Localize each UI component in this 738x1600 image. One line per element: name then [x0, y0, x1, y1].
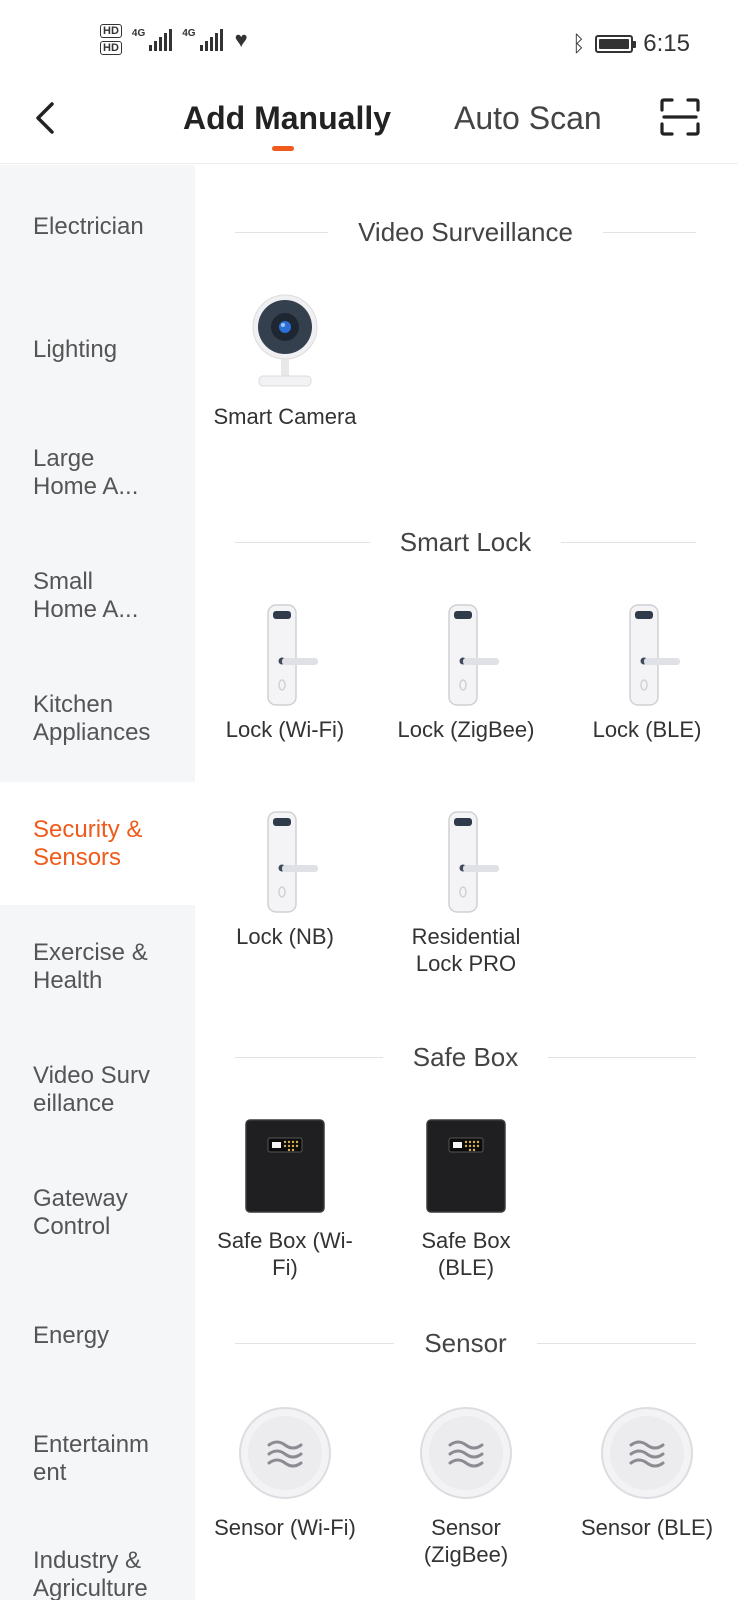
section-header-safe: Safe Box [235, 1037, 697, 1077]
back-arrow-icon[interactable] [28, 98, 68, 138]
device-lock-zigbee[interactable]: Lock (ZigBee) [391, 600, 541, 743]
lock-icon [416, 600, 516, 710]
category-sidebar: Electrician Lighting Large Home A... Sma… [0, 165, 195, 1600]
device-label: Lock (BLE) [592, 717, 702, 742]
safe-box-icon [235, 1111, 335, 1221]
device-sensor-wifi[interactable]: Sensor (Wi-Fi) [210, 1398, 360, 1541]
device-label: Smart Camera [213, 404, 357, 429]
device-label: Residential Lock PRO [411, 924, 521, 976]
sidebar-item-kitchen-appliances[interactable]: Kitchen Appliances [0, 657, 180, 780]
section-header-lock: Smart Lock [235, 522, 696, 562]
device-label: Sensor (Wi-Fi) [214, 1515, 356, 1540]
hd-badge: HD [100, 24, 122, 38]
status-left: HD HD 4G 4G ♥ [100, 24, 248, 55]
network-type: 4G [131, 27, 146, 39]
scan-icon[interactable] [660, 98, 700, 136]
section-title: Smart Lock [399, 526, 532, 557]
signal-icon: 4G [182, 27, 223, 51]
section-header-sensor: Sensor [235, 1323, 697, 1363]
lock-icon [597, 600, 697, 710]
device-label: Lock (Wi-Fi) [225, 717, 345, 742]
sidebar-item-small-home-appliances[interactable]: Small Home A... [0, 534, 160, 657]
sidebar-item-entertainment[interactable]: Entertainm ent [0, 1397, 165, 1520]
safe-box-icon [416, 1111, 516, 1221]
hd-indicators: HD HD [100, 24, 122, 55]
device-label: Sensor (ZigBee) [423, 1515, 509, 1567]
heart-rate-icon: ♥ [234, 26, 248, 52]
sidebar-item-large-home-appliances[interactable]: Large Home A... [0, 411, 160, 534]
lock-icon [416, 807, 516, 917]
device-lock-ble[interactable]: Lock (BLE) [572, 600, 722, 743]
device-sensor-ble[interactable]: Sensor (BLE) [572, 1398, 722, 1541]
device-label: Lock (NB) [236, 924, 334, 949]
device-lock-wifi[interactable]: Lock (Wi-Fi) [210, 600, 360, 743]
bluetooth-icon: ᛒ [572, 31, 586, 56]
device-sensor-zigbee[interactable]: Sensor (ZigBee) [391, 1398, 541, 1568]
lock-icon [235, 807, 335, 917]
tab-add-manually[interactable]: Add Manually [183, 100, 391, 137]
sidebar-item-video-surveillance[interactable]: Video Surv eillance [0, 1028, 160, 1151]
device-smart-camera[interactable]: Smart Camera [210, 287, 360, 430]
device-list: Video Surveillance Smart Camera Smart Lo… [195, 165, 738, 1600]
sidebar-item-industry-agriculture[interactable]: Industry & Agriculture [0, 1520, 160, 1600]
battery-icon [595, 35, 637, 53]
section-header-video: Video Surveillance [235, 212, 697, 252]
top-nav: Add Manually Auto Scan [0, 84, 738, 164]
device-label: Sensor (BLE) [580, 1515, 714, 1540]
status-bar: HD HD 4G 4G ♥ ᛒ 6:15 [0, 0, 738, 84]
sidebar-item-security-sensors[interactable]: Security & Sensors [0, 782, 195, 905]
section-title: Safe Box [412, 1041, 519, 1072]
device-label: Lock (ZigBee) [397, 717, 535, 742]
device-safe-box-wifi[interactable]: Safe Box (Wi-Fi) [210, 1111, 360, 1281]
sidebar-item-lighting[interactable]: Lighting [0, 288, 195, 411]
sidebar-item-energy[interactable]: Energy [0, 1274, 195, 1397]
active-tab-indicator [272, 146, 294, 151]
camera-icon [235, 287, 335, 397]
device-residential-lock-pro[interactable]: Residential Lock PRO [391, 807, 541, 977]
device-label: Safe Box (BLE) [421, 1228, 511, 1280]
section-title: Sensor [424, 1327, 507, 1358]
hd-badge: HD [100, 41, 122, 55]
status-right: ᛒ 6:15 [572, 30, 690, 58]
sensor-icon [235, 1398, 335, 1508]
network-type: 4G [182, 27, 196, 39]
section-title: Video Surveillance [358, 216, 573, 247]
device-label: Safe Box (Wi-Fi) [217, 1228, 353, 1280]
sidebar-item-electrician[interactable]: Electrician [0, 165, 195, 288]
sensor-icon [597, 1398, 697, 1508]
sensor-icon [416, 1398, 516, 1508]
device-lock-nb[interactable]: Lock (NB) [210, 807, 360, 950]
signal-icon: 4G [131, 27, 173, 51]
tab-auto-scan[interactable]: Auto Scan [454, 100, 602, 137]
sidebar-item-exercise-health[interactable]: Exercise & Health [0, 905, 195, 1028]
sidebar-item-gateway-control[interactable]: Gateway Control [0, 1151, 195, 1274]
device-safe-box-ble[interactable]: Safe Box (BLE) [391, 1111, 541, 1281]
lock-icon [235, 600, 335, 710]
clock: 6:15 [643, 30, 690, 57]
